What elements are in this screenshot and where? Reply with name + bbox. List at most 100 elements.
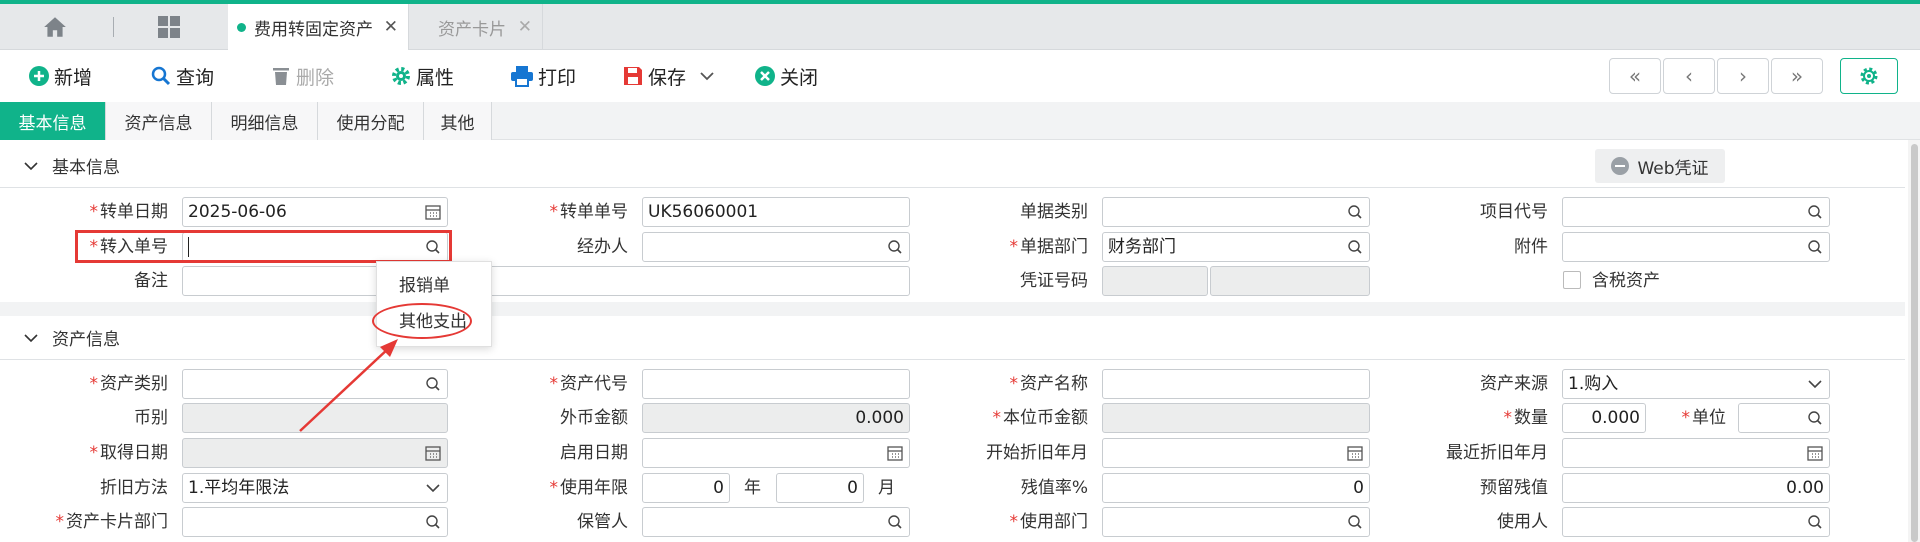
chevron-down-icon [426,484,440,493]
close-button[interactable]: 关闭 [754,62,818,90]
search-icon[interactable] [425,376,441,392]
arrow-annotation-icon [299,339,398,432]
close-tab-icon[interactable]: ✕ [384,17,398,37]
dep-method-select[interactable]: 1.平均年限法 [182,473,448,503]
calendar-icon[interactable] [887,445,903,461]
web-voucher-button[interactable]: Web凭证 [1595,149,1725,183]
tax-included-checkbox[interactable] [1563,271,1581,289]
life-months-field[interactable]: 0 [776,473,864,503]
voucher-no-label: 凭证号码 [1020,271,1088,291]
home-icon[interactable] [42,14,68,40]
apps-grid-icon[interactable] [157,15,181,39]
dep-last-label: 最近折旧年月 [1446,443,1548,463]
card-dept-field[interactable] [182,507,448,537]
doc-dept-field[interactable]: 财务部门 [1102,232,1370,262]
print-button[interactable]: 打印 [510,62,576,90]
asset-info-section-header[interactable]: 资产信息 [0,316,1905,360]
close-tab-icon[interactable]: ✕ [518,17,532,37]
previous-record-button[interactable]: ‹ [1663,58,1715,94]
search-icon[interactable] [1807,204,1823,220]
next-record-button[interactable]: › [1717,58,1769,94]
dropdown-item-expense-report[interactable]: 报销单 [377,270,493,302]
unit-field[interactable] [1738,403,1830,433]
user-field[interactable] [1562,507,1830,537]
start-date-field[interactable] [642,438,910,468]
foreign-amount-field: 0.000 [642,403,910,433]
attachment-field[interactable] [1562,232,1830,262]
new-button[interactable]: 新增 [28,62,92,90]
search-icon[interactable] [1807,239,1823,255]
residual-rate-field[interactable]: 0 [1102,473,1370,503]
asset-source-select[interactable]: 1.购入 [1562,369,1830,399]
acquire-date-label: * 取得日期 [89,443,169,463]
asset-name-label: * 资产名称 [1009,374,1089,394]
asset-source-value: 1.购入 [1568,374,1619,394]
transfer-date-field[interactable]: 2025-06-06 [182,197,448,227]
life-years-field[interactable]: 0 [642,473,730,503]
calendar-icon[interactable] [1807,445,1823,461]
section-title: 资产信息 [52,330,120,350]
highlight-box [75,230,452,263]
search-icon[interactable] [1347,239,1363,255]
attachment-label: 附件 [1514,237,1548,257]
gear-icon [392,67,410,85]
transfer-no-field[interactable]: UK56060001 [642,197,910,227]
project-code-label: 项目代号 [1480,202,1548,222]
dep-start-field[interactable] [1102,438,1370,468]
double-chevron-left-icon: « [1628,64,1642,88]
foreign-amount-value: 0.000 [855,408,904,428]
search-icon[interactable] [887,514,903,530]
calendar-icon[interactable] [425,204,441,220]
acquire-date-field[interactable] [182,438,448,468]
search-icon[interactable] [1347,514,1363,530]
doc-type-field[interactable] [1102,197,1370,227]
tab-usage-allocation[interactable]: 使用分配 [318,102,424,140]
search-icon[interactable] [1807,514,1823,530]
highlight-ellipse [372,303,472,339]
life-label: * 使用年限 [549,478,629,498]
settings-icon [1860,67,1878,85]
vertical-scrollbar[interactable] [1908,140,1920,542]
asset-name-field[interactable] [1102,369,1370,399]
search-icon[interactable] [1807,410,1823,426]
close-circle-icon [755,66,775,86]
settings-button[interactable] [1840,58,1898,94]
dep-last-field[interactable] [1562,438,1830,468]
asset-code-field[interactable] [642,369,910,399]
tab-expense-to-fixed-asset[interactable]: 费用转固定资产 ✕ [228,4,409,50]
web-voucher-label: Web凭证 [1637,158,1709,179]
remark-field[interactable] [182,266,910,296]
delete-button[interactable]: 删除 [270,62,334,90]
transfer-date-label: * 转单日期 [89,202,169,222]
handler-field[interactable] [642,232,910,262]
properties-button[interactable]: 属性 [390,62,454,90]
use-dept-field[interactable] [1102,507,1370,537]
tab-asset-info[interactable]: 资产信息 [106,102,212,140]
transfer-no-value: UK56060001 [648,202,759,222]
reserved-residual-field[interactable]: 0.00 [1562,473,1830,503]
search-icon[interactable] [887,239,903,255]
tab-bar: 费用转固定资产 ✕ 资产卡片 ✕ [0,4,1920,50]
calendar-icon[interactable] [1347,445,1363,461]
save-button[interactable]: 保存 [622,62,686,90]
transfer-no-label: * 转单单号 [549,202,629,222]
tab-asset-card[interactable]: 资产卡片 ✕ [410,4,543,50]
project-code-field[interactable] [1562,197,1830,227]
tab-detail-info[interactable]: 明细信息 [212,102,318,140]
quantity-field[interactable]: 0.000 [1562,403,1646,433]
foreign-amount-label: 外币金额 [560,408,628,428]
search-icon[interactable] [1347,204,1363,220]
user-label: 使用人 [1497,512,1548,532]
calendar-icon[interactable] [425,445,441,461]
query-button[interactable]: 查询 [150,62,214,90]
search-icon[interactable] [425,514,441,530]
tab-basic-info[interactable]: 基本信息 [0,102,106,140]
toolbar: 新增 查询 删除 属性 打印 保存 关闭 « ‹ › » [0,50,1920,102]
first-record-button[interactable]: « [1609,58,1661,94]
last-record-button[interactable]: » [1771,58,1823,94]
chevron-down-icon[interactable] [700,71,714,81]
doc-dept-label: * 单据部门 [1009,237,1089,257]
keeper-field[interactable] [642,507,910,537]
tab-other[interactable]: 其他 [424,102,492,140]
scrollbar-thumb[interactable] [1911,144,1918,542]
